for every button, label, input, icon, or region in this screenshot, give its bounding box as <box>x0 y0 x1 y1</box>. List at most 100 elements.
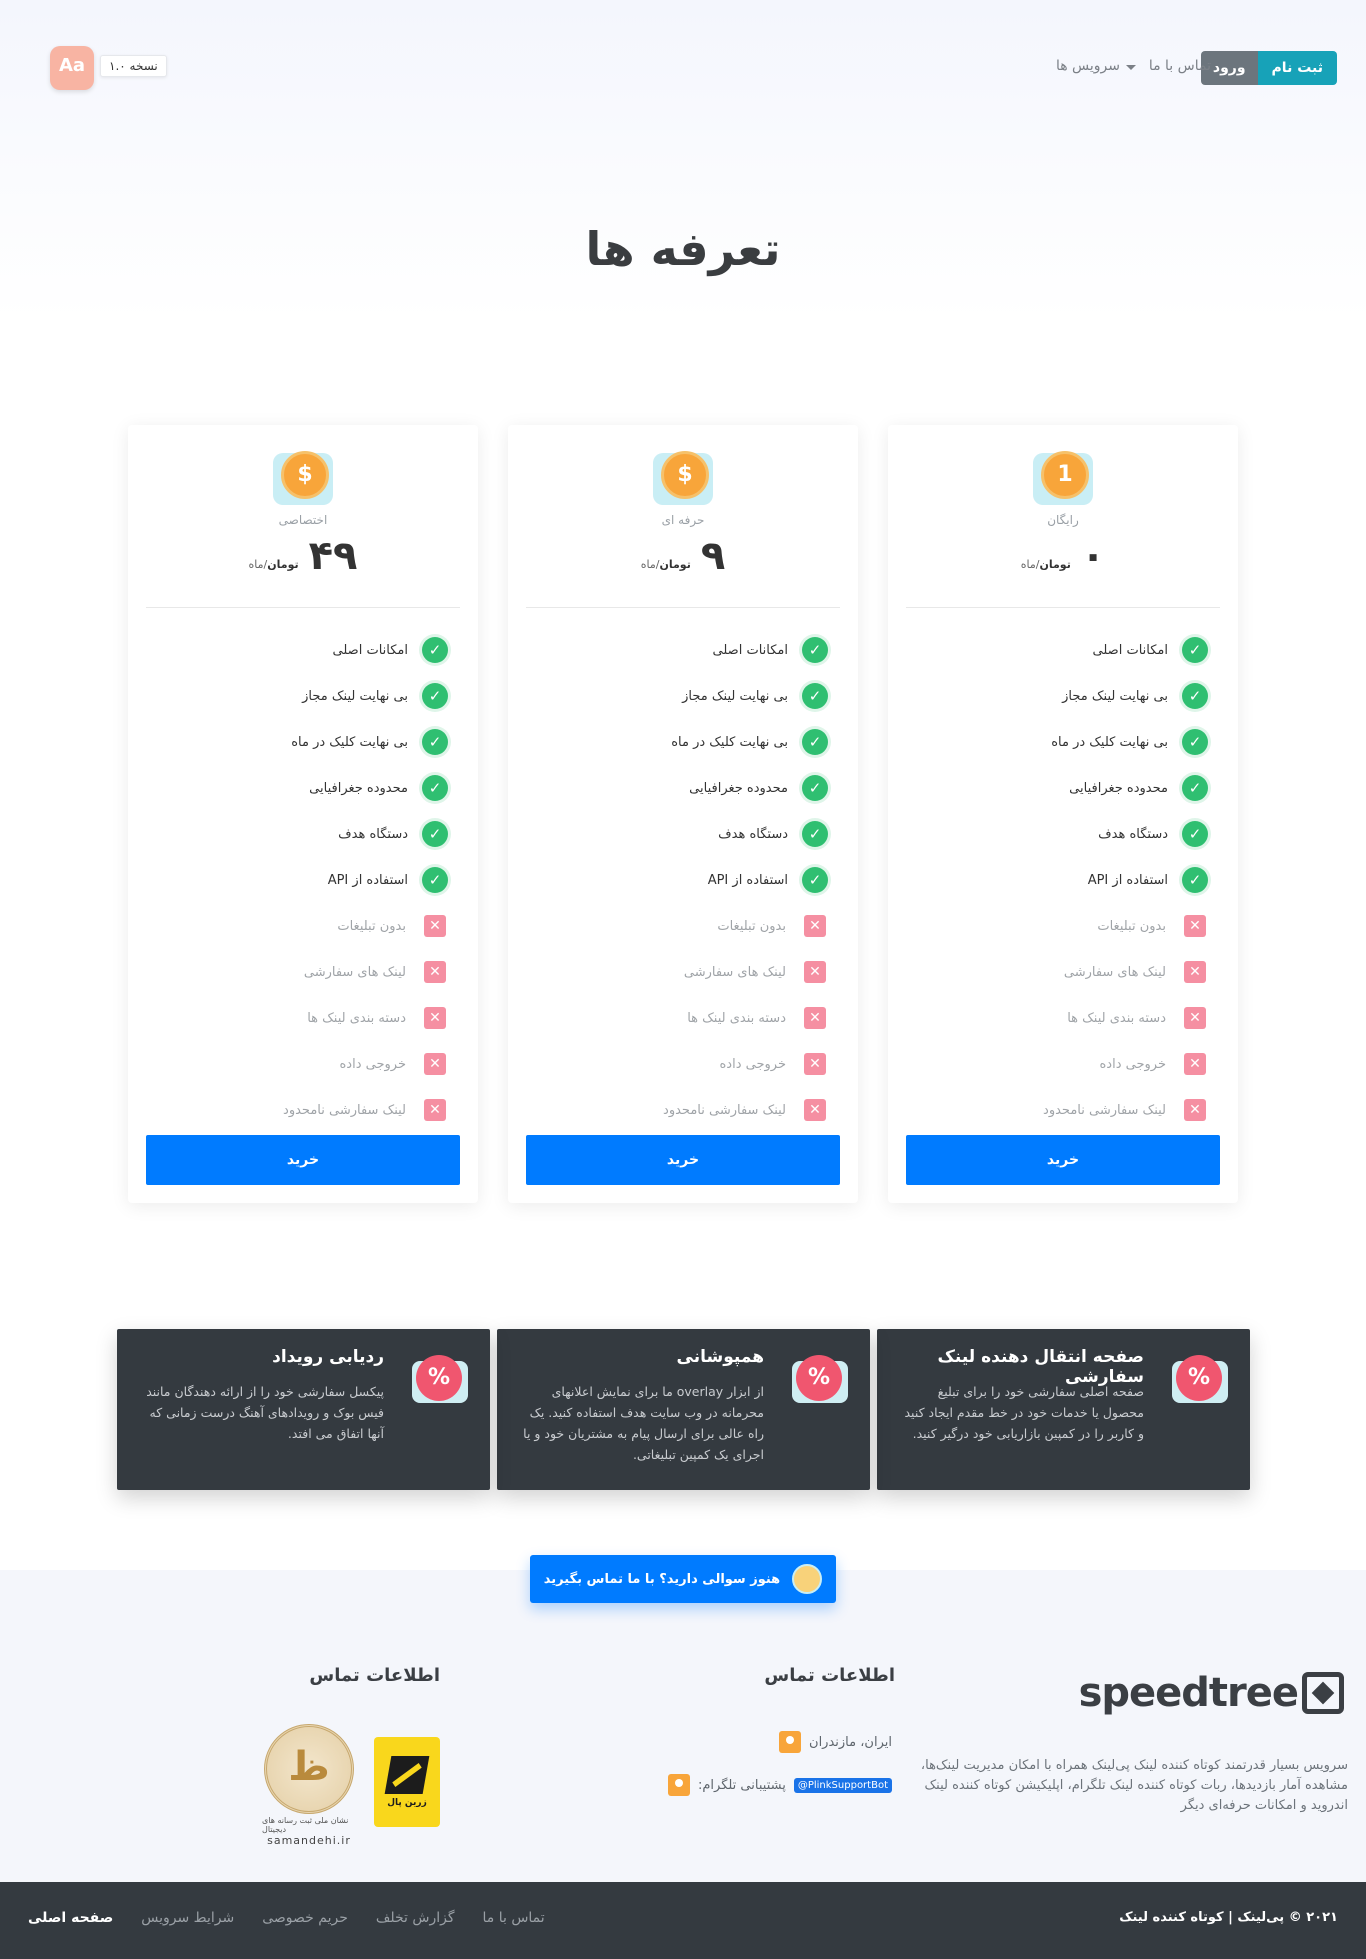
chevron-down-icon <box>1126 64 1136 70</box>
period: /ماه <box>248 558 268 571</box>
bottom-link-home[interactable]: صفحه اصلی <box>28 1910 113 1926</box>
bottom-link-privacy[interactable]: حریم خصوصی <box>262 1910 348 1926</box>
x-square-icon: ✕ <box>1184 1007 1206 1029</box>
check-circle-icon: ✓ <box>802 867 828 893</box>
pricing-cards: 1 رایگان ۰ تومان/ماه ✓ امکانات اصلی ✓ بی نهایت … <box>128 425 1238 1203</box>
navbar: ثبت نام ورود تماس با ما سرویس ها نسخه ۱.… <box>0 0 1366 135</box>
feature-label: دستگاه هدف <box>718 826 788 842</box>
feature-box: % ردیابی رویداد پیکسل سفارشی خود را از ا… <box>117 1329 490 1490</box>
feature-excluded: ✕ خروجی داده <box>906 1041 1220 1087</box>
feature-excluded: ✕ بدون تبلیغات <box>526 903 840 949</box>
feature-label: لینک سفارشی نامحدود <box>663 1102 786 1118</box>
bottom-link-terms[interactable]: شرایط سرویس <box>141 1910 234 1926</box>
currency: تومان <box>267 558 299 571</box>
samandehi-caption: نشان ملی ثبت رسانه های دیجیتال <box>262 1816 349 1834</box>
check-circle-icon: ✓ <box>1182 637 1208 663</box>
nav-contact-link[interactable]: تماس با ما <box>1149 58 1211 74</box>
location-pin-icon <box>779 1731 802 1753</box>
contact-us-cta-button[interactable]: هنوز سوالی دارید؟ با ما تماس بگیرید <box>530 1555 836 1603</box>
buy-button[interactable]: خرید <box>906 1135 1220 1185</box>
feature-label: بی نهایت کلیک در ماه <box>671 734 788 750</box>
check-circle-icon: ✓ <box>422 821 448 847</box>
buy-button[interactable]: خرید <box>146 1135 460 1185</box>
coin-symbol: $ <box>661 451 709 499</box>
check-circle-icon: ✓ <box>422 775 448 801</box>
price-unit: تومان/ماه <box>1021 558 1071 571</box>
cta-label: هنوز سوالی دارید؟ با ما تماس بگیرید <box>543 1571 781 1587</box>
feature-label: بی نهایت لینک مجاز <box>1062 688 1168 704</box>
location-pin-icon <box>667 1774 690 1796</box>
plan-name: اختصاصی <box>278 513 328 527</box>
footer-logo[interactable]: speedtree <box>1079 1670 1344 1716</box>
footer-about-text: سرویس بسیار قدرتمند کوتاه کننده لینک پی‌… <box>920 1758 1348 1813</box>
zarinpal-text: زرین پال <box>387 1798 427 1808</box>
feature-excluded: ✕ لینک های سفارشی <box>146 949 460 995</box>
x-square-icon: ✕ <box>804 961 826 983</box>
telegram-handle-link[interactable]: @PlinkSupportBot <box>793 1777 892 1793</box>
register-button[interactable]: ثبت نام <box>1257 51 1337 85</box>
buy-button[interactable]: خرید <box>526 1135 840 1185</box>
check-circle-icon: ✓ <box>422 683 448 709</box>
bottom-link-contact[interactable]: تماس با ما <box>483 1910 545 1926</box>
feature-label: محدوده جغرافیایی <box>309 780 408 796</box>
feature-excluded: ✕ خروجی داده <box>146 1041 460 1087</box>
x-square-icon: ✕ <box>804 1007 826 1029</box>
check-circle-icon: ✓ <box>1182 775 1208 801</box>
x-square-icon: ✕ <box>424 1053 446 1075</box>
feature-included: ✓ بی نهایت کلیک در ماه <box>906 719 1220 765</box>
check-circle-icon: ✓ <box>802 729 828 755</box>
feature-excluded: ✕ لینک سفارشی نامحدود <box>906 1087 1220 1133</box>
feature-label: محدوده جغرافیایی <box>689 780 788 796</box>
feature-excluded: ✕ بدون تبلیغات <box>146 903 460 949</box>
card-divider <box>146 607 460 608</box>
feature-boxes: % صفحه انتقال دهنده لینک سفارشی صفحه اصل… <box>117 1329 1250 1490</box>
feature-excluded: ✕ دسته بندی لینک ها <box>526 995 840 1041</box>
feature-included: ✓ استفاده از API <box>146 857 460 903</box>
bottom-link-report[interactable]: گزارش تخلف <box>376 1910 455 1926</box>
feature-included: ✓ امکانات اصلی <box>906 627 1220 673</box>
feature-included: ✓ استفاده از API <box>906 857 1220 903</box>
feature-label: محدوده جغرافیایی <box>1069 780 1168 796</box>
feature-box-description: از ابزار overlay ما برای نمایش اعلانهای … <box>523 1384 764 1462</box>
coin-symbol: $ <box>281 451 329 499</box>
zarinpal-trust-badge[interactable]: زرین پال <box>374 1737 440 1827</box>
x-square-icon: ✕ <box>1184 1053 1206 1075</box>
feature-label: بی نهایت کلیک در ماه <box>291 734 408 750</box>
contact-telegram: پشتیبانی تلگرام: @PlinkSupportBot <box>667 1774 892 1796</box>
coin-icon: $ <box>273 447 333 507</box>
feature-label: استفاده از API <box>1087 872 1168 888</box>
feature-included: ✓ بی نهایت کلیک در ماه <box>146 719 460 765</box>
nav-services-dropdown[interactable]: سرویس ها <box>1056 58 1136 74</box>
feature-excluded: ✕ دسته بندی لینک ها <box>906 995 1220 1041</box>
feature-box-title: ردیابی رویداد <box>272 1347 384 1367</box>
x-square-icon: ✕ <box>1184 1099 1206 1121</box>
location-text: ایران، مازندران <box>809 1734 892 1750</box>
check-circle-icon: ✓ <box>422 729 448 755</box>
feature-included: ✓ بی نهایت لینک مجاز <box>526 673 840 719</box>
currency: تومان <box>659 558 691 571</box>
feature-list: ✓ امکانات اصلی ✓ بی نهایت لینک مجاز ✓ بی نهای… <box>526 627 840 1133</box>
samandehi-trust-badge[interactable]: ظ نشان ملی ثبت رسانه های دیجیتال samande… <box>262 1724 356 1847</box>
x-square-icon: ✕ <box>424 961 446 983</box>
card-divider <box>906 607 1220 608</box>
feature-list: ✓ امکانات اصلی ✓ بی نهایت لینک مجاز ✓ بی نهای… <box>906 627 1220 1133</box>
feature-excluded: ✕ خروجی داده <box>526 1041 840 1087</box>
support-avatar-icon <box>792 1564 823 1594</box>
samandehi-url: samandehi.ir <box>267 1834 351 1847</box>
feature-included: ✓ محدوده جغرافیایی <box>906 765 1220 811</box>
feature-label: بی نهایت لینک مجاز <box>302 688 408 704</box>
feature-label: دسته بندی لینک ها <box>1067 1010 1166 1026</box>
page-title: تعرفه ها <box>585 222 781 276</box>
feature-excluded: ✕ بدون تبلیغات <box>906 903 1220 949</box>
feature-label: لینک های سفارشی <box>1063 964 1166 980</box>
check-circle-icon: ✓ <box>1182 867 1208 893</box>
font-size-toggle-button[interactable]: Aa <box>50 46 94 90</box>
feature-excluded: ✕ لینک های سفارشی <box>906 949 1220 995</box>
auth-button-group: ثبت نام ورود <box>1200 51 1337 85</box>
coin-icon: $ <box>653 447 713 507</box>
check-circle-icon: ✓ <box>422 867 448 893</box>
percent-badge-icon: % <box>412 1353 468 1409</box>
feature-included: ✓ دستگاه هدف <box>146 811 460 857</box>
logo-text: speedtree <box>1078 1670 1299 1716</box>
feature-included: ✓ استفاده از API <box>526 857 840 903</box>
